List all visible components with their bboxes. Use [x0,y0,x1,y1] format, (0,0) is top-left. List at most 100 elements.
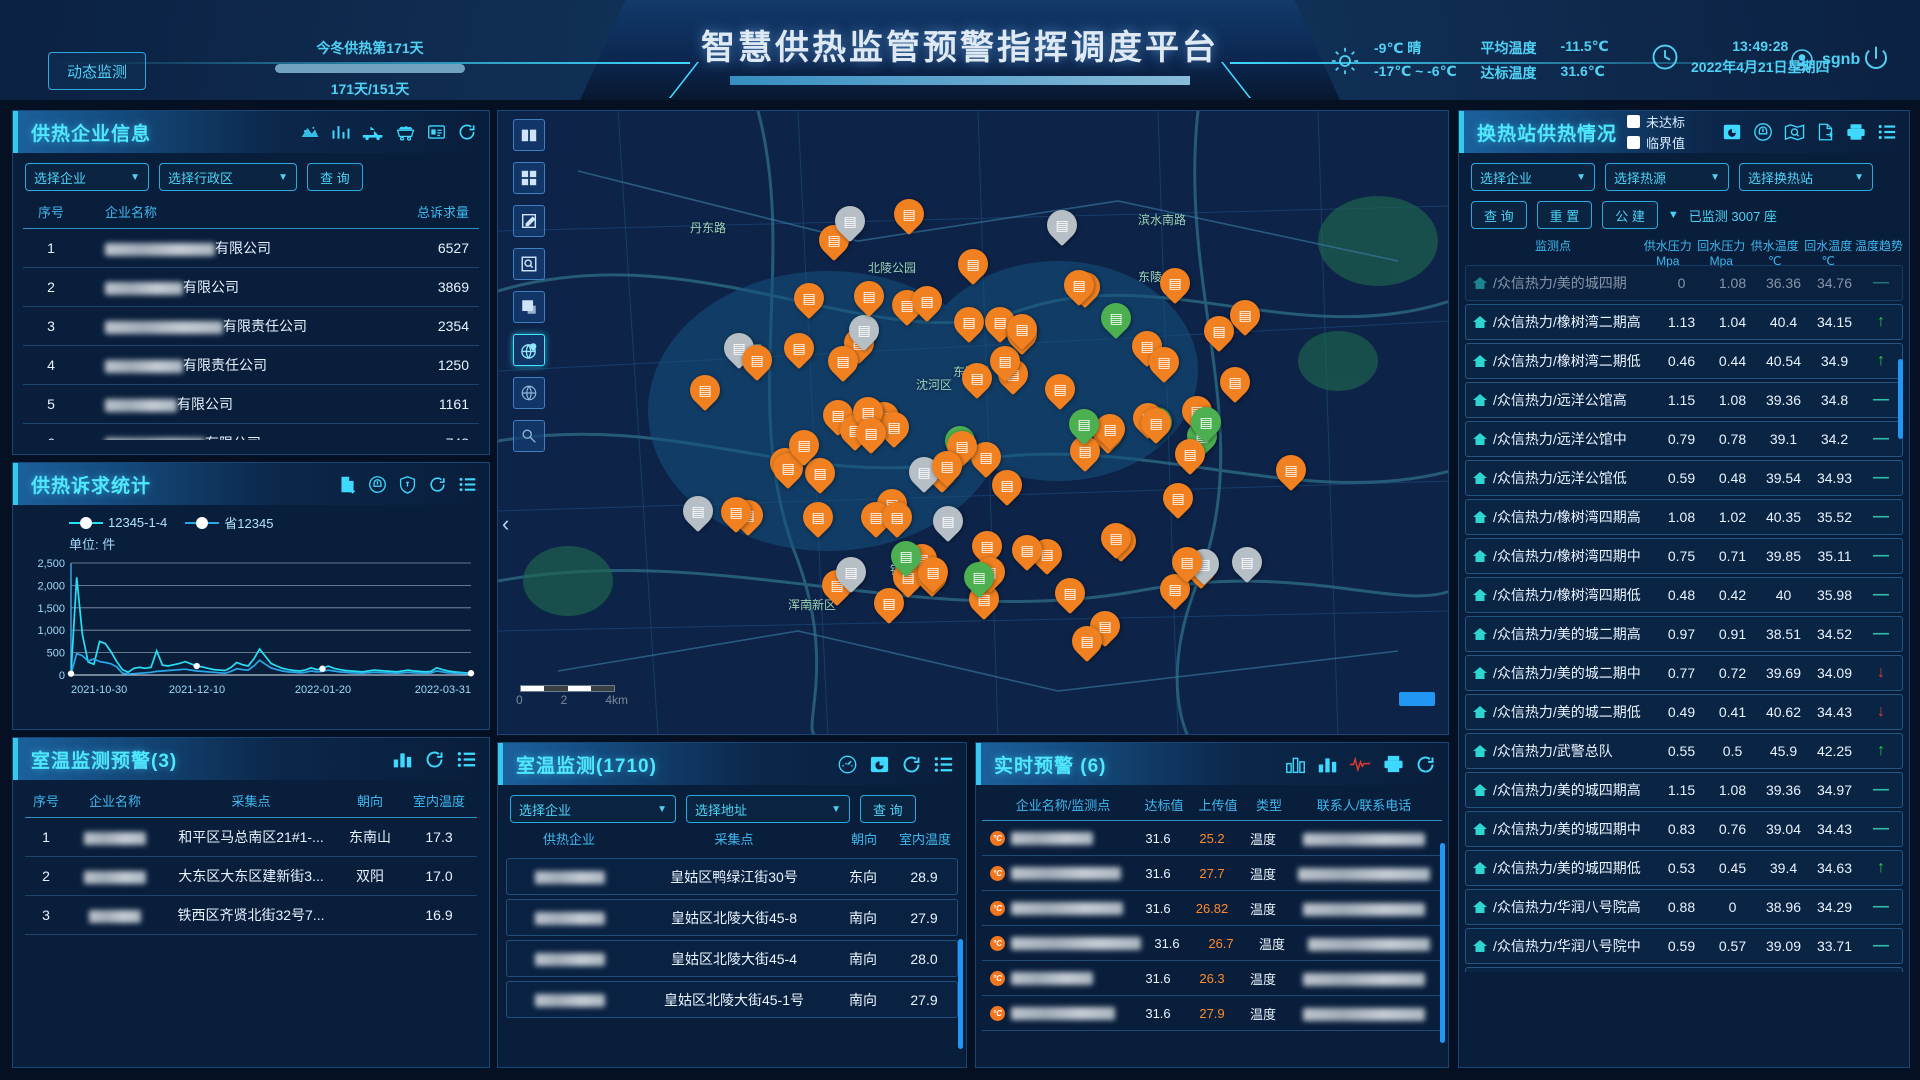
list-icon[interactable] [458,475,477,494]
shield-icon[interactable] [1753,122,1773,142]
list-item[interactable]: °C 31.6 25.2 温度 [982,821,1442,856]
export-doc-icon[interactable] [338,475,357,494]
edit-icon[interactable] [513,205,545,237]
table-row[interactable]: /众信热力/华润八号院高 0.88 0 38.96 34.29 — [1465,889,1903,925]
table-row[interactable]: /众信热力/华润八号院低0.410.3640.1234.72— [1465,967,1903,972]
table-row[interactable]: /众信热力/美的城四期高 1.15 1.08 39.36 34.97 — [1465,772,1903,808]
checkbox-row-threshold[interactable]: 临界值 [1627,133,1685,152]
list-item[interactable]: °C 31.6 27.9 温度 [982,996,1442,1031]
power-icon[interactable] [1862,44,1890,72]
company-district-select[interactable]: 选择行政区 ▼ [159,163,297,191]
alarm-scrollbar[interactable] [1440,843,1445,1043]
table-row[interactable]: 4 有限责任公司 1250 [23,346,479,385]
table-row[interactable]: 2 有限公司 3869 [23,268,479,307]
table-row[interactable]: /众信热力/橡树湾四期高 1.08 1.02 40.35 35.52 — [1465,499,1903,535]
table-row[interactable]: 5 有限公司 1161 [23,385,479,424]
company-enterprise-select[interactable]: 选择企业 ▼ [25,163,149,191]
book-icon[interactable] [513,119,545,151]
list-item[interactable]: °C 31.6 26.82 温度 [982,891,1442,926]
bar-chart-icon[interactable] [392,750,413,769]
list-icon[interactable] [933,754,954,775]
room-temp-enterprise-select[interactable]: 选择企业 ▼ [510,795,676,823]
checkbox-substandard[interactable] [1627,115,1641,128]
room-temp-query-button[interactable]: 查 询 [860,795,916,823]
table-row[interactable]: /众信热力/橡树湾四期低 0.48 0.42 40 35.98 — [1465,577,1903,613]
checkbox-threshold[interactable] [1627,136,1641,149]
refresh-icon[interactable] [457,122,477,142]
table-row[interactable]: /众信热力/美的城二期高 0.97 0.91 38.51 34.52 — [1465,616,1903,652]
bar-chart-icon[interactable] [1317,755,1338,774]
company-query-button[interactable]: 查 询 [307,163,363,191]
table-row[interactable]: /众信热力/橡树湾二期低 0.46 0.44 40.54 34.9 ↑ [1465,343,1903,379]
table-row[interactable]: /众信热力/美的城二期低 0.49 0.41 40.62 34.43 ↓ [1465,694,1903,730]
list-icon[interactable] [456,749,477,770]
refresh-icon[interactable] [428,475,447,494]
table-row[interactable]: 6有限公司743 [23,424,479,440]
globe-pin-icon[interactable] [513,334,545,366]
table-row[interactable]: /众信热力/美的城四期低 0.53 0.45 39.4 34.63 ↑ [1465,850,1903,886]
room-temp-address-select[interactable]: 选择地址 ▼ [686,795,850,823]
globe-icon[interactable] [513,377,545,409]
coal-cart-icon[interactable] [395,123,416,141]
station-enterprise-select[interactable]: 选择企业 ▼ [1471,163,1595,191]
grid-icon[interactable] [513,162,545,194]
refresh-icon[interactable] [901,754,922,775]
station-reset-button[interactable]: 重 置 [1536,201,1593,229]
truck-icon[interactable] [362,124,384,141]
pulse-icon[interactable] [1349,755,1372,774]
table-row[interactable]: /众信热力/华润八号院中 0.59 0.57 39.09 33.71 — [1465,928,1903,964]
monitor-icon[interactable] [1722,122,1742,142]
list-item[interactable]: 皇姑区北陵大街45-4 南向 28.0 [506,940,958,977]
table-row[interactable]: /众信热力/远洋公馆低 0.59 0.48 39.54 34.93 — [1465,460,1903,496]
station-public-button[interactable]: 公 建 [1602,201,1658,229]
table-row[interactable]: 3 铁西区齐贤北街32号7... 16.9 [25,896,477,935]
refresh-icon[interactable] [424,749,445,770]
table-row[interactable]: /众信热力/远洋公馆中 0.79 0.78 39.1 34.2 — [1465,421,1903,457]
table-row[interactable]: /众信热力/美的城二期中 0.77 0.72 39.69 34.09 ↓ [1465,655,1903,691]
list-item[interactable]: °C 31.6 27.7 温度 [982,856,1442,891]
list-item[interactable]: 皇姑区北陵大街45-8 南向 27.9 [506,899,958,936]
gauge-icon[interactable] [837,754,858,775]
list-item[interactable]: 皇姑区北陵大街45-1号 南向 27.9 [506,981,958,1018]
user-menu[interactable]: sgnb [1790,48,1860,72]
table-row[interactable]: /众信热力/美的城四期 0 1.08 36.36 34.76 — [1465,265,1903,301]
legend-item-series-0[interactable]: 12345-1-4 [69,515,167,530]
station-scrollbar[interactable] [1898,359,1903,439]
table-row[interactable]: /众信热力/远洋公馆高 1.15 1.08 39.36 34.8 — [1465,382,1903,418]
table-row[interactable]: /众信热力/美的城四期中 0.83 0.76 39.04 34.43 — [1465,811,1903,847]
wrench-shield-icon[interactable] [398,475,417,494]
refresh-icon[interactable] [1415,754,1436,775]
monitor-icon[interactable] [869,754,890,775]
station-query-button[interactable]: 查 询 [1471,201,1527,229]
export-doc-icon[interactable] [1816,122,1835,142]
table-row[interactable]: /众信热力/武警总队 0.55 0.5 45.9 42.25 ↑ [1465,733,1903,769]
list-item[interactable]: °C 31.6 26.7 温度 [982,926,1442,961]
list-icon[interactable] [1877,122,1897,142]
table-row[interactable]: /众信热力/橡树湾四期中 0.75 0.71 39.85 35.11 — [1465,538,1903,574]
table-row[interactable]: 2 大东区大东区建新街3... 双阳 17.0 [25,857,477,896]
list-item[interactable]: °C 31.6 26.3 温度 [982,961,1442,996]
bar-chart-outline-icon[interactable] [1285,755,1306,774]
map-panel[interactable]: 北陵公园东陵公园丹东路滨水南路河西区东陵区沈河区铁西区浑南新区 ▤▤▤▤▤▤▤▤… [497,110,1449,735]
dynamic-monitor-button[interactable]: 动态监测 [48,52,146,90]
printer-icon[interactable] [1846,122,1866,142]
table-row[interactable]: 3 有限责任公司 2354 [23,307,479,346]
shield-icon[interactable] [368,475,387,494]
room-temp-scrollbar[interactable] [958,939,963,1049]
coal-pile-icon[interactable] [300,124,320,140]
bar-chart-icon[interactable] [331,123,351,141]
table-row[interactable]: 1 有限公司 6527 [23,229,479,268]
printer-icon[interactable] [1383,754,1404,774]
station-heatsource-select[interactable]: 选择热源 ▼ [1605,163,1729,191]
table-row[interactable]: /众信热力/橡树湾二期高 1.13 1.04 40.4 34.15 ↑ [1465,304,1903,340]
checkbox-row-substandard[interactable]: 未达标 [1627,112,1685,131]
layer-icon[interactable] [513,291,545,323]
map-attribution-badge[interactable] [1399,692,1435,706]
map-collapse-chevron-left-icon[interactable]: ‹ [502,511,509,537]
map-search-icon[interactable] [1784,122,1805,142]
legend-item-series-1[interactable]: 省12345 [185,513,273,532]
station-station-select[interactable]: 选择换热站 ▼ [1739,163,1873,191]
search-layer-icon[interactable] [513,248,545,280]
measure-icon[interactable] [513,420,545,452]
table-row[interactable]: 1 和平区马总南区21#1-... 东南山 17.3 [25,818,477,857]
